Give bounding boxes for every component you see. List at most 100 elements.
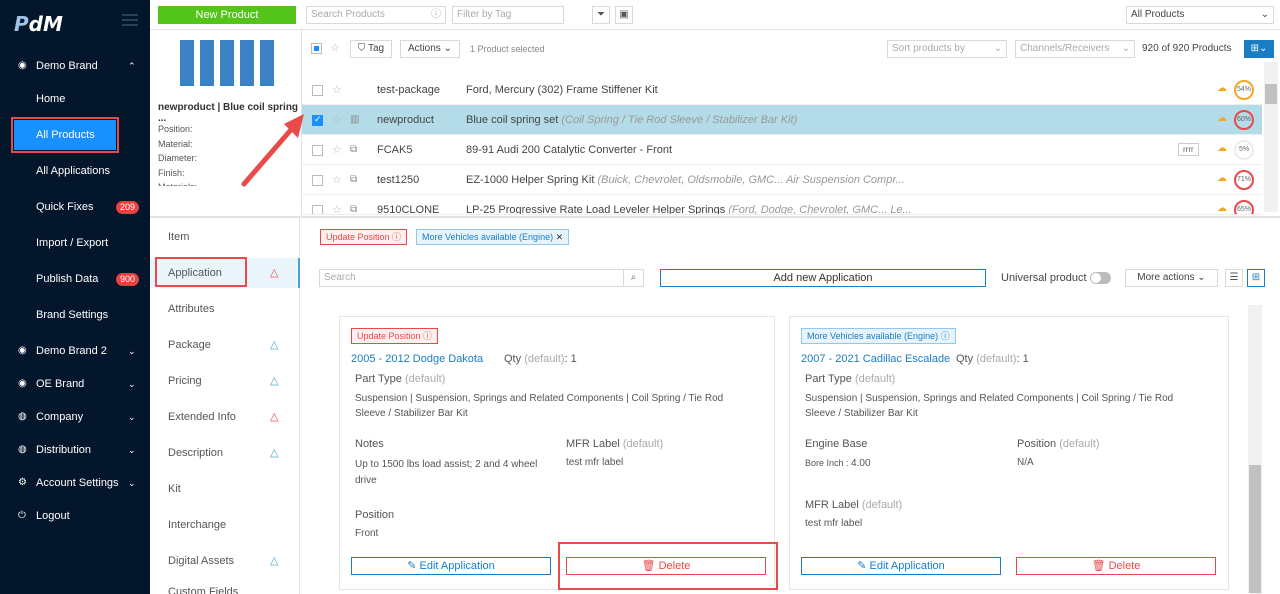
row-name: Blue coil spring set (Coil Spring / Tie … <box>466 114 798 126</box>
annotation-arrow <box>241 114 304 187</box>
star-icon[interactable]: ☆ <box>332 143 342 156</box>
warning-icon: △ <box>270 555 279 567</box>
filter-icon[interactable]: ⏷ <box>592 6 610 24</box>
warning-icon: △ <box>270 447 279 459</box>
tab-description[interactable]: Description △ <box>150 438 300 468</box>
tag-button[interactable]: ⛉ Tag <box>350 40 392 58</box>
sidebar-item-publish-data[interactable]: Publish Data 900 <box>0 266 150 292</box>
table-row[interactable]: ☆ ⧉ FCAK5 89-91 Audi 200 Catalytic Conve… <box>302 135 1262 165</box>
actions-dropdown[interactable]: Actions ⌄ <box>400 40 460 58</box>
sidebar-item-demo-brand[interactable]: ◉ Demo Brand ⌃ <box>0 53 150 79</box>
channels-select[interactable]: Channels/Receivers ⌄ <box>1015 40 1135 58</box>
list-scrollbar[interactable] <box>1264 62 1278 212</box>
row-sku: test-package <box>377 84 440 96</box>
sidebar-item-all-applications[interactable]: All Applications <box>0 158 150 184</box>
sidebar-item-company[interactable]: ◍ Company ⌄ <box>0 404 150 430</box>
table-row[interactable]: ☆ ▥ newproduct Blue coil spring set (Coi… <box>302 105 1262 135</box>
tab-attributes[interactable]: Attributes <box>150 294 300 324</box>
completeness-indicator: 60% <box>1234 110 1254 130</box>
star-icon[interactable]: ☆ <box>332 173 342 186</box>
delete-button[interactable]: 🗑 Delete <box>1016 557 1216 575</box>
mfr-label-label: MFR Label (default) <box>566 438 664 450</box>
cloud-icon: ☁ <box>1217 173 1227 184</box>
row-name: Ford, Mercury (302) Frame Stiffener Kit <box>466 84 658 96</box>
completeness-indicator: 71% <box>1234 170 1254 190</box>
list-view-icon[interactable]: ☰ <box>1225 269 1243 287</box>
tab-kit[interactable]: Kit <box>150 474 300 504</box>
part-type-value: Suspension | Suspension, Springs and Rel… <box>355 393 724 419</box>
status-tag: More Vehicles available (Engine) ⓘ <box>801 328 956 344</box>
sidebar-item-distribution[interactable]: ◍ Distribution ⌄ <box>0 437 150 463</box>
table-row[interactable]: ☆ ⧉ test1250 EZ-1000 Helper Spring Kit (… <box>302 165 1262 195</box>
application-title[interactable]: 2007 - 2021 Cadillac Escalade <box>801 353 950 365</box>
warning-icon: △ <box>270 411 279 423</box>
application-card: Update Position ⓘ 2005 - 2012 Dodge Dako… <box>339 316 778 590</box>
row-sku: test1250 <box>377 174 420 186</box>
tab-item[interactable]: Item <box>150 222 300 252</box>
star-icon[interactable]: ☆ <box>330 41 340 54</box>
search-products-input[interactable]: Search Products ⓘ <box>306 6 446 24</box>
row-checkbox[interactable] <box>312 85 323 96</box>
sidebar-item-oe-brand[interactable]: ◉ OE Brand ⌄ <box>0 371 150 397</box>
chevron-down-icon: ⌄ <box>128 445 136 455</box>
application-search-input[interactable]: Search ⌕ <box>319 269 644 287</box>
sidebar-item-brand-settings[interactable]: Brand Settings <box>0 302 150 328</box>
row-checkbox[interactable] <box>312 205 323 214</box>
view-toggle-button[interactable]: ⊞⌄ <box>1244 40 1274 58</box>
product-thumbnail: ⧉ <box>350 144 358 155</box>
star-icon[interactable]: ☆ <box>332 83 342 96</box>
pdm-logo[interactable]: PdM <box>14 12 63 36</box>
sidebar-item-demo-brand-2[interactable]: ◉ Demo Brand 2 ⌄ <box>0 338 150 364</box>
row-checkbox[interactable] <box>312 145 323 156</box>
qty-value: Qty (default): 1 <box>956 353 1029 365</box>
sort-select[interactable]: Sort products by ⌄ <box>887 40 1007 58</box>
filter-by-tag-input[interactable]: Filter by Tag <box>452 6 564 24</box>
add-application-button[interactable]: Add new Application <box>660 269 986 287</box>
close-icon[interactable]: ✕ <box>556 232 564 242</box>
select-all-checkbox[interactable] <box>311 43 322 54</box>
sidebar-item-all-products[interactable]: All Products <box>11 117 119 153</box>
edit-application-button[interactable]: ✎ Edit Application <box>351 557 551 575</box>
table-row[interactable]: ☆ test-package Ford, Mercury (302) Frame… <box>302 75 1262 105</box>
tab-extended-info[interactable]: Extended Info △ <box>150 402 300 432</box>
tab-package[interactable]: Package △ <box>150 330 300 360</box>
row-name: EZ-1000 Helper Spring Kit (Buick, Chevro… <box>466 174 905 186</box>
warning-icon: △ <box>270 375 279 387</box>
highlight-box <box>155 257 247 287</box>
position-value: N/A <box>1017 457 1034 468</box>
save-filter-icon[interactable]: ▣ <box>615 6 633 24</box>
more-actions-dropdown[interactable]: More actions ⌄ <box>1125 269 1218 287</box>
help-icon: ⓘ <box>431 9 441 20</box>
star-icon[interactable]: ☆ <box>332 203 342 214</box>
top-bar: New Product Search Products ⓘ Filter by T… <box>150 0 1280 30</box>
tab-digital-assets[interactable]: Digital Assets △ <box>150 546 300 576</box>
star-icon[interactable]: ☆ <box>332 113 342 126</box>
tab-custom-fields[interactable]: Custom Fields <box>150 582 300 594</box>
cloud-icon: ☁ <box>1217 113 1227 124</box>
cloud-icon: ☁ <box>1217 143 1227 154</box>
sidebar-item-import-export[interactable]: Import / Export <box>0 230 150 256</box>
tab-interchange[interactable]: Interchange <box>150 510 300 540</box>
sidebar-item-logout[interactable]: ⏻ Logout <box>0 503 150 529</box>
sidebar-item-quick-fixes[interactable]: Quick Fixes 209 <box>0 194 150 220</box>
engine-base-value: Bore Inch : 4.00 <box>805 458 871 469</box>
filter-tag-more-vehicles[interactable]: More Vehicles available (Engine) ✕ <box>416 229 570 245</box>
new-product-button[interactable]: New Product <box>158 6 296 24</box>
filter-tag-update-position[interactable]: Update Position ⓘ <box>320 229 408 245</box>
product-scope-select[interactable]: All Products ⌄ <box>1126 6 1274 24</box>
universal-product-label: Universal product <box>1001 272 1087 284</box>
edit-application-button[interactable]: ✎ Edit Application <box>801 557 1001 575</box>
table-row[interactable]: ☆ ⧉ 9510CLONE LP-25 Progressive Rate Loa… <box>302 195 1262 215</box>
position-label: Position <box>355 509 395 521</box>
applications-scrollbar[interactable] <box>1248 305 1262 594</box>
row-checkbox[interactable] <box>312 114 323 126</box>
grid-view-icon[interactable]: ⊞ <box>1247 269 1265 287</box>
application-title[interactable]: 2005 - 2012 Dodge Dakota <box>351 353 483 365</box>
sidebar-item-account-settings[interactable]: ⚙ Account Settings ⌄ <box>0 470 150 496</box>
menu-icon[interactable] <box>122 14 138 26</box>
universal-product-toggle[interactable] <box>1090 272 1111 284</box>
tab-pricing[interactable]: Pricing △ <box>150 366 300 396</box>
sidebar-item-home[interactable]: Home <box>0 86 150 112</box>
product-image <box>180 40 276 86</box>
row-checkbox[interactable] <box>312 175 323 186</box>
